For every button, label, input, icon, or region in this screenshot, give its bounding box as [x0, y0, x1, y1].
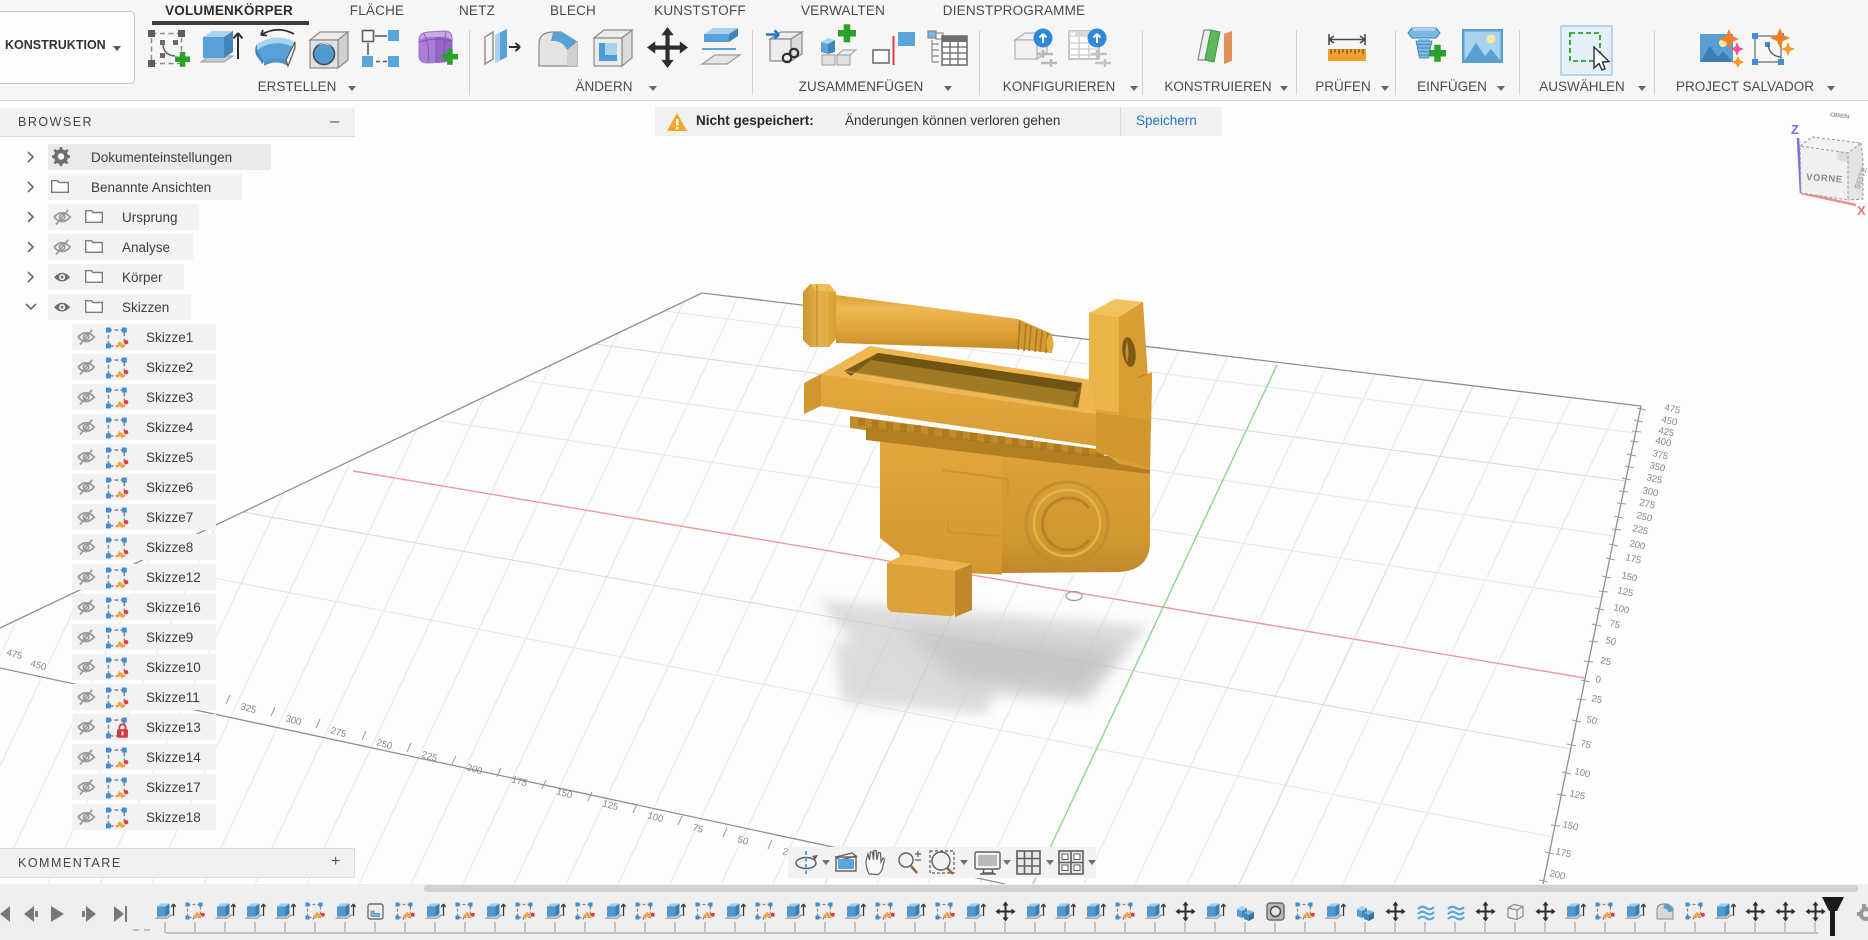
svg-text:150: 150 — [1620, 570, 1638, 584]
svg-text:Skizze5: Skizze5 — [146, 450, 193, 465]
svg-text:250: 250 — [375, 737, 393, 752]
svg-text:125: 125 — [1616, 585, 1634, 599]
svg-text:Skizze1: Skizze1 — [146, 330, 193, 345]
svg-text:Skizze10: Skizze10 — [146, 660, 201, 675]
svg-text:Skizze3: Skizze3 — [146, 390, 193, 405]
svg-text:100: 100 — [1573, 766, 1591, 780]
svg-text:300: 300 — [284, 713, 302, 728]
svg-text:225: 225 — [1631, 523, 1649, 537]
svg-text:Skizze13: Skizze13 — [146, 720, 201, 735]
svg-text:Skizze2: Skizze2 — [146, 360, 193, 375]
svg-text:100: 100 — [1612, 602, 1630, 616]
svg-text:Skizze4: Skizze4 — [146, 420, 194, 435]
svg-text:275: 275 — [1638, 497, 1656, 511]
svg-text:OBEN: OBEN — [1829, 112, 1850, 121]
svg-text:200: 200 — [465, 762, 483, 777]
svg-text:Dokumenteinstellungen: Dokumenteinstellungen — [91, 150, 232, 165]
svg-text:X: X — [1857, 203, 1866, 218]
svg-text:Skizze8: Skizze8 — [146, 540, 193, 555]
svg-text:Skizze12: Skizze12 — [146, 570, 201, 585]
svg-text:175: 175 — [1554, 846, 1572, 860]
svg-text:50: 50 — [736, 834, 749, 847]
svg-text:25: 25 — [1590, 693, 1603, 706]
svg-text:Benannte Ansichten: Benannte Ansichten — [91, 180, 211, 195]
svg-text:Skizze14: Skizze14 — [146, 750, 201, 765]
svg-text:50: 50 — [1585, 714, 1598, 727]
svg-text:Körper: Körper — [122, 270, 163, 285]
svg-text:175: 175 — [510, 774, 528, 789]
svg-text:225: 225 — [420, 749, 438, 764]
svg-text:Analyse: Analyse — [122, 240, 170, 255]
svg-text:75: 75 — [1608, 618, 1621, 631]
svg-text:Skizze18: Skizze18 — [146, 810, 201, 825]
svg-text:Skizze6: Skizze6 — [146, 480, 193, 495]
svg-text:Skizze9: Skizze9 — [146, 630, 193, 645]
svg-text:Z: Z — [1791, 122, 1799, 137]
svg-text:25: 25 — [1599, 655, 1612, 668]
svg-text:200: 200 — [1628, 538, 1646, 552]
svg-text:150: 150 — [555, 786, 573, 801]
svg-text:0: 0 — [1594, 674, 1602, 686]
svg-text:Skizze17: Skizze17 — [146, 780, 201, 795]
svg-text:125: 125 — [1568, 788, 1586, 802]
svg-text:75: 75 — [1579, 738, 1592, 751]
svg-text:325: 325 — [239, 701, 257, 716]
svg-text:Skizze16: Skizze16 — [146, 600, 201, 615]
svg-text:150: 150 — [1561, 819, 1579, 833]
svg-text:100: 100 — [646, 810, 664, 825]
svg-text:400: 400 — [1654, 435, 1672, 449]
svg-text:Skizze7: Skizze7 — [146, 510, 193, 525]
svg-text:450: 450 — [29, 658, 47, 673]
svg-text:325: 325 — [1645, 472, 1663, 486]
svg-text:275: 275 — [329, 725, 347, 740]
svg-text:175: 175 — [1624, 552, 1642, 566]
svg-text:Ursprung: Ursprung — [122, 210, 178, 225]
svg-text:250: 250 — [1635, 510, 1653, 524]
svg-text:475: 475 — [5, 647, 23, 662]
svg-text:Skizzen: Skizzen — [122, 300, 169, 315]
svg-text:200: 200 — [1548, 868, 1566, 882]
svg-text:Skizze11: Skizze11 — [146, 690, 200, 705]
svg-text:50: 50 — [1604, 635, 1617, 648]
